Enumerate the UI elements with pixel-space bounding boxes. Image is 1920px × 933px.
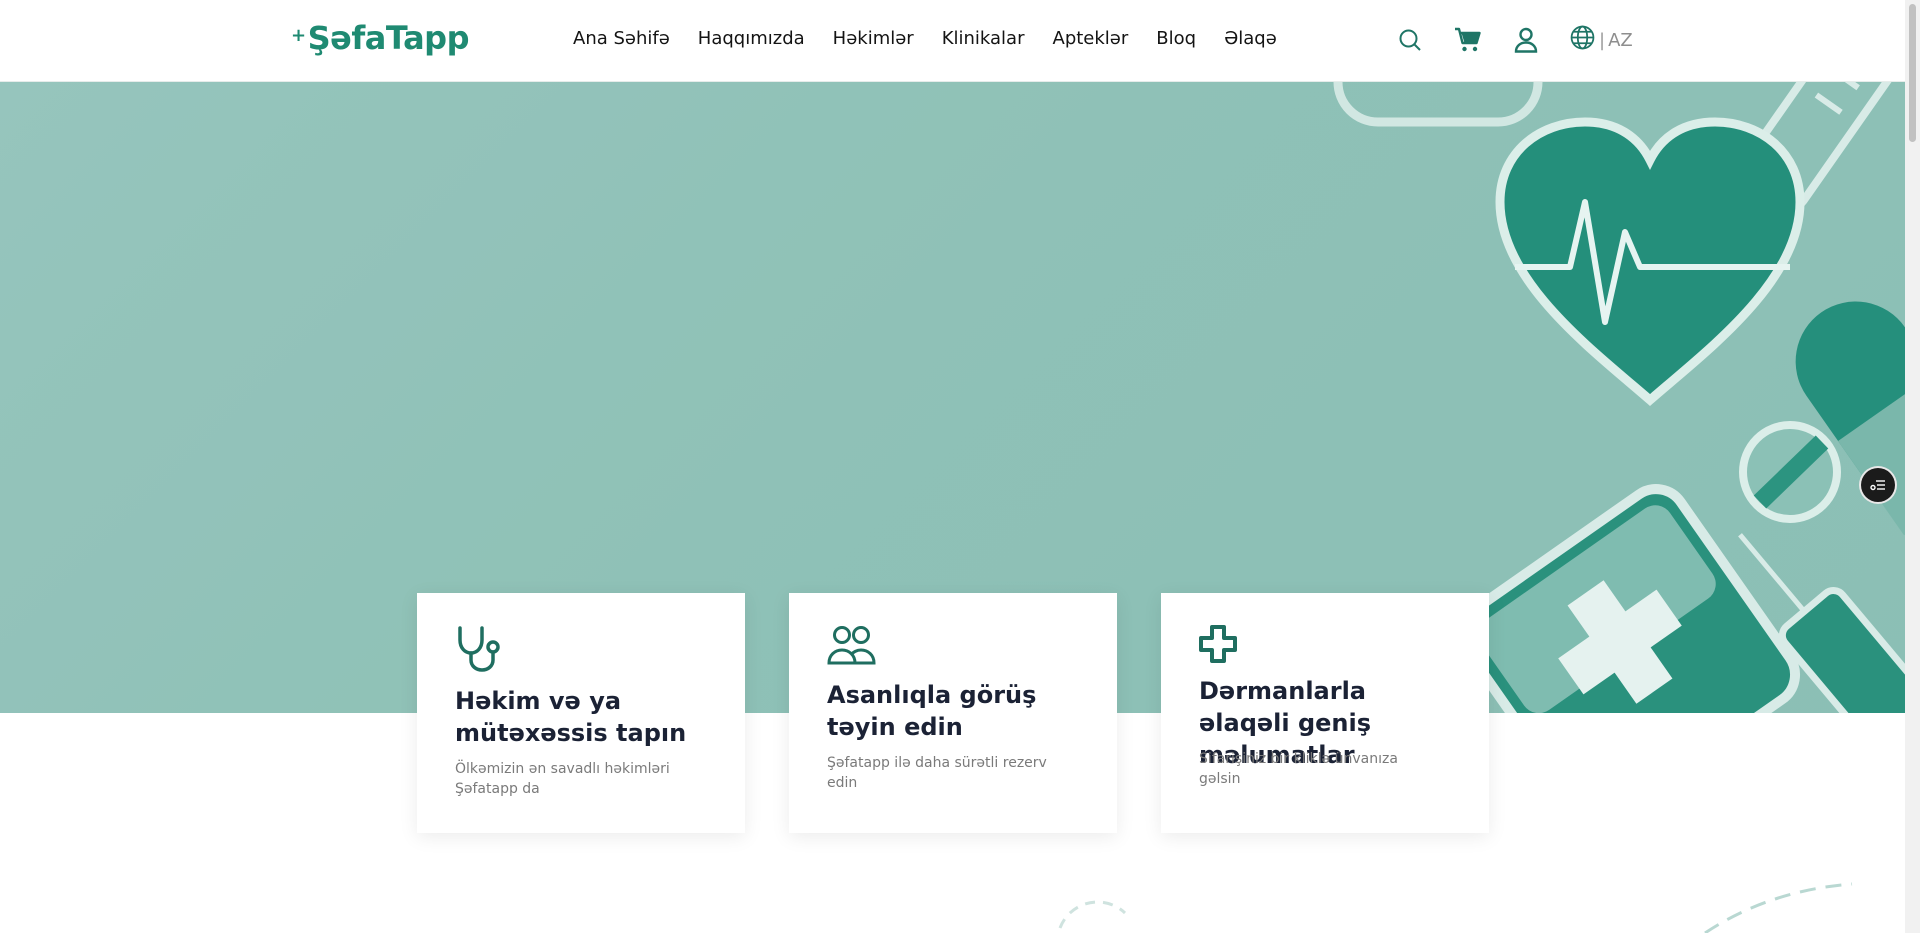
feature-card-find-doctor[interactable]: Həkim və ya mütəxəssis tapın Ölkəmizin ə… <box>417 593 745 833</box>
feature-card-medicines[interactable]: Dərmanlarla əlaqəli geniş məlumatlar Sif… <box>1161 593 1489 833</box>
cart-icon[interactable] <box>1454 26 1482 54</box>
users-icon <box>827 625 877 669</box>
nav-pharmacies[interactable]: Apteklər <box>1053 28 1129 49</box>
card-text: Ölkəmizin ən savadlı həkimləri Şəfatapp … <box>455 761 670 797</box>
medical-cross-icon <box>1199 625 1237 667</box>
nav-about[interactable]: Haqqımızda <box>698 28 805 49</box>
nav-home[interactable]: Ana Səhifə <box>573 28 670 49</box>
logo[interactable]: + ŞəfaTapp <box>291 19 469 57</box>
language-code: AZ <box>1608 29 1633 51</box>
nav-contact[interactable]: Əlaqə <box>1224 28 1277 49</box>
card-text: Sifarişiniz bir kliklə ünvanıza gəlsin <box>1199 751 1398 787</box>
nav-doctors[interactable]: Həkimlər <box>833 28 914 49</box>
header-actions: | AZ <box>1396 25 1633 55</box>
nav-blog[interactable]: Bloq <box>1156 28 1196 49</box>
settings-toggle-button[interactable] <box>1861 468 1895 502</box>
nav-clinics[interactable]: Klinikalar <box>942 28 1025 49</box>
user-icon[interactable] <box>1512 26 1540 54</box>
page-scrollbar[interactable] <box>1905 0 1920 933</box>
site-header: + ŞəfaTapp Ana Səhifə Haqqımızda Həkimlə… <box>0 0 1905 82</box>
card-title: Həkim və ya mütəxəssis tapın <box>455 687 687 747</box>
card-title: Asanlıqla görüş təyin edin <box>827 681 1037 741</box>
logo-plus: + <box>291 24 306 46</box>
main-nav: Ana Səhifə Haqqımızda Həkimlər Klinikala… <box>573 28 1305 49</box>
feature-card-appointment[interactable]: Asanlıqla görüş təyin edin Şəfatapp ilə … <box>789 593 1117 833</box>
logo-text: ŞəfaTapp <box>307 19 470 57</box>
language-selector[interactable]: | AZ <box>1570 25 1633 55</box>
language-separator: | <box>1599 29 1606 51</box>
globe-icon <box>1570 25 1595 55</box>
stethoscope-icon <box>455 625 501 677</box>
sliders-icon <box>1870 476 1886 495</box>
scrollbar-thumb[interactable] <box>1909 4 1916 142</box>
search-icon[interactable] <box>1396 26 1424 54</box>
card-text: Şəfatapp ilə daha sürətli rezerv edin <box>827 755 1047 791</box>
